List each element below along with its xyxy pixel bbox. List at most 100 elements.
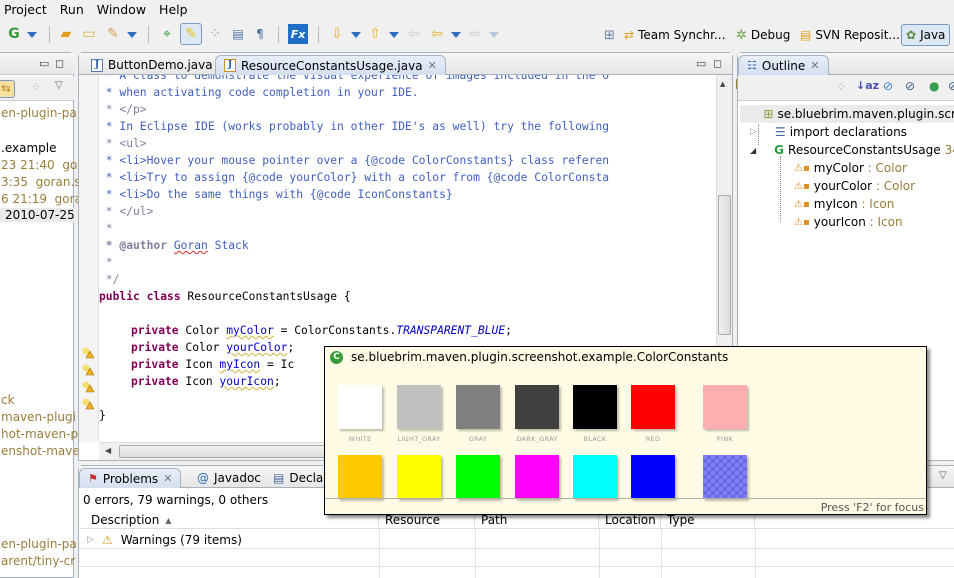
expand-icon[interactable]: ▷ bbox=[750, 127, 757, 137]
previous-annotation-dropdown-icon[interactable] bbox=[389, 32, 399, 38]
menu-project[interactable]: Project bbox=[0, 2, 56, 17]
new-class-icon[interactable]: G bbox=[4, 24, 24, 44]
filters-icon[interactable]: ⁘ bbox=[31, 80, 41, 94]
view-menu-icon[interactable]: ▽ bbox=[939, 470, 947, 481]
java-perspective-icon: ✿ bbox=[906, 28, 917, 42]
popup-title: se.bluebrim.maven.plugin.screenshot.exam… bbox=[351, 350, 729, 364]
run-external-tool-icon[interactable]: ✎ bbox=[103, 24, 123, 44]
outline-item-field[interactable]: ⚠▪ yourIcon : Icon bbox=[794, 213, 903, 231]
close-tab-icon[interactable]: ✕ bbox=[428, 59, 437, 72]
color-swatch-blue bbox=[631, 455, 675, 499]
main-toolbar: G ▰ ▭ ✎ ⌖ ✎ ⁘ ▤ ¶ Fx ⇩ ⇧ ⇦ ⇦ ⇨ ⊞ ⇄ Team … bbox=[0, 20, 954, 50]
tab-buttondemo[interactable]: J ButtonDemo.java bbox=[83, 55, 221, 75]
perspective-java[interactable]: ✿ Java bbox=[901, 24, 951, 46]
block-selection-icon[interactable]: ▤ bbox=[228, 24, 248, 44]
open-type-hierarchy-icon[interactable]: ⌖ bbox=[157, 24, 177, 44]
toggle-breadcrumb-icon[interactable]: ⁘ bbox=[205, 24, 225, 44]
hide-static-icon[interactable]: ⊘ bbox=[905, 79, 915, 93]
link-with-editor-icon[interactable]: ⇆ bbox=[0, 80, 15, 98]
outline-item-field[interactable]: ⚠▪ myColor : Color bbox=[794, 159, 907, 177]
table-row[interactable]: ▷ ⚠ Warnings (79 items) bbox=[87, 531, 242, 548]
history-item[interactable]: 3:35 goran.st bbox=[1, 175, 85, 189]
tree-item[interactable]: arent/tiny-cr bbox=[1, 554, 75, 568]
open-perspective-icon: ⊞ bbox=[604, 27, 615, 43]
expand-icon[interactable]: ▷ bbox=[87, 535, 94, 545]
show-whitespace-icon[interactable]: ¶ bbox=[250, 24, 270, 44]
tab-outline[interactable]: ☷ Outline ✕ bbox=[738, 55, 829, 75]
perspective-team-synchronize[interactable]: ⇄ Team Synchr... bbox=[624, 25, 725, 45]
warning-marker-icon[interactable] bbox=[82, 364, 94, 376]
scroll-up-icon[interactable]: ▲ bbox=[720, 80, 725, 88]
open-perspective-button[interactable]: ⊞ bbox=[604, 25, 615, 45]
history-item[interactable]: 23 21:40 gora bbox=[1, 158, 90, 172]
history-item-selected[interactable]: 2010-07-25 1 bbox=[0, 208, 86, 222]
maximize-icon[interactable]: ◻ bbox=[713, 57, 722, 70]
warning-marker-icon[interactable] bbox=[82, 347, 94, 359]
forward-icon[interactable]: ⇨ bbox=[465, 24, 485, 44]
minimize-icon[interactable]: ▭ bbox=[696, 57, 706, 70]
menu-run[interactable]: Run bbox=[56, 2, 93, 17]
tree-item[interactable]: maven-plugi bbox=[1, 410, 76, 424]
outline-item-field[interactable]: ⚠▪ yourColor : Color bbox=[794, 177, 915, 195]
next-annotation-dropdown-icon[interactable] bbox=[351, 32, 361, 38]
back-dropdown-icon[interactable] bbox=[451, 32, 461, 38]
project-item[interactable]: en-plugin-pa bbox=[1, 106, 77, 120]
close-tab-icon[interactable]: ✕ bbox=[810, 59, 819, 72]
collapse-icon[interactable]: ◢ bbox=[750, 146, 756, 155]
external-tool-dropdown-icon[interactable] bbox=[127, 32, 137, 38]
tree-item[interactable]: en-plugin-pa bbox=[1, 537, 77, 551]
code-line: private Icon yourIcon; bbox=[131, 375, 281, 388]
previous-annotation-icon[interactable]: ⇧ bbox=[365, 24, 385, 44]
hide-fields-icon[interactable]: ⊘ bbox=[883, 79, 893, 93]
warning-marker-icon[interactable] bbox=[82, 398, 94, 410]
tree-item[interactable]: hot-maven-p bbox=[1, 427, 78, 441]
outline-item-package[interactable]: ⊞ se.bluebrim.maven.plugin.scre bbox=[740, 105, 954, 123]
hide-non-public-icon[interactable]: ● bbox=[929, 79, 939, 93]
code-line: * A class to demonstrate the visual expe… bbox=[99, 75, 610, 82]
scrollbar-thumb[interactable] bbox=[718, 195, 731, 335]
menu-window[interactable]: Window bbox=[93, 2, 155, 17]
new-class-dropdown-icon[interactable] bbox=[27, 32, 37, 38]
color-swatch-white bbox=[338, 385, 382, 429]
menu-help[interactable]: Help bbox=[155, 2, 197, 17]
hide-local-types-icon[interactable]: ⊘ bbox=[948, 79, 954, 93]
javadoc-hover-popup[interactable]: C se.bluebrim.maven.plugin.screenshot.ex… bbox=[324, 346, 927, 515]
back-icon[interactable]: ⇦ bbox=[427, 24, 447, 44]
next-annotation-icon[interactable]: ⇩ bbox=[327, 24, 347, 44]
outline-item-class[interactable]: ◢ G ResourceConstantsUsage 342 bbox=[750, 141, 954, 159]
editor-gutter bbox=[79, 75, 99, 442]
fx-icon[interactable]: Fx bbox=[288, 24, 308, 44]
tree-line bbox=[780, 156, 781, 222]
outline-item-field[interactable]: ⚠▪ myIcon : Icon bbox=[794, 195, 894, 213]
forward-dropdown-icon[interactable] bbox=[489, 32, 499, 38]
open-type-icon[interactable]: ▰ bbox=[56, 24, 76, 44]
filters-icon[interactable]: ⁘ bbox=[836, 80, 846, 94]
outline-item-imports[interactable]: ▷ ☰ import declarations bbox=[750, 123, 907, 141]
open-folder-icon[interactable]: ▭ bbox=[79, 24, 99, 44]
sort-alphabetically-icon[interactable]: ↓az bbox=[856, 79, 879, 92]
warning-marker-icon[interactable] bbox=[82, 381, 94, 393]
code-line: public class ResourceConstantsUsage { bbox=[99, 290, 351, 303]
tab-resourceconstantsusage[interactable]: J ResourceConstantsUsage.java ✕ bbox=[215, 55, 446, 75]
color-swatch-cyan bbox=[573, 455, 617, 499]
tab-javadoc[interactable]: @ Javadoc bbox=[189, 468, 269, 488]
view-menu-icon[interactable]: ▽ bbox=[55, 80, 63, 91]
perspective-svn-repository[interactable]: ▤ SVN Reposit... bbox=[800, 25, 900, 45]
svn-repository-icon: ▤ bbox=[800, 28, 812, 42]
close-tab-icon[interactable]: ✕ bbox=[163, 472, 172, 485]
color-swatch-label: RED bbox=[645, 435, 661, 443]
last-edit-location-icon[interactable]: ⇦ bbox=[404, 24, 424, 44]
color-swatch-gray bbox=[456, 385, 500, 429]
scroll-left-icon[interactable]: ◀ bbox=[105, 446, 111, 455]
tree-item[interactable]: ck bbox=[1, 393, 15, 407]
perspective-debug[interactable]: ✲ Debug bbox=[736, 25, 790, 45]
tab-problems[interactable]: ⚑ Problems ✕ bbox=[79, 468, 182, 488]
history-item[interactable]: 6 21:19 goran bbox=[1, 192, 90, 206]
maximize-icon[interactable]: ◻ bbox=[55, 57, 64, 70]
tree-item[interactable]: enshot-mave bbox=[1, 444, 80, 458]
minimize-icon[interactable]: ▭ bbox=[39, 57, 49, 70]
code-line: * bbox=[99, 222, 113, 235]
perspective-label: Team Synchr... bbox=[638, 28, 726, 42]
toggle-mark-occurrences-icon[interactable]: ✎ bbox=[180, 23, 202, 45]
package-item[interactable]: .example bbox=[1, 141, 56, 155]
